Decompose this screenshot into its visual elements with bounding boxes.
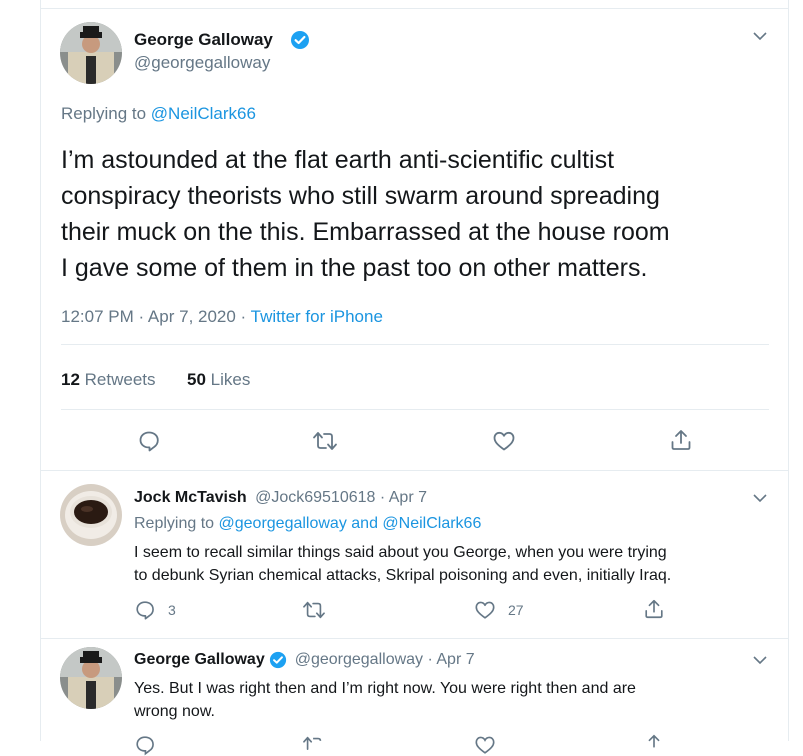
share-icon[interactable] xyxy=(643,598,665,620)
divider xyxy=(61,409,769,410)
retweets-stat[interactable]: 12 Retweets xyxy=(61,370,156,390)
share-icon[interactable] xyxy=(643,733,665,755)
replying-to-label: Replying to xyxy=(61,104,147,123)
divider xyxy=(40,470,789,471)
tweet-text: I’m astounded at the flat earth anti-sci… xyxy=(61,142,670,286)
reply-author-name[interactable]: George Galloway xyxy=(134,651,265,669)
replying-to-users[interactable]: @georgegalloway and @NeilClark66 xyxy=(219,515,482,532)
reply-count: 3 xyxy=(168,602,176,618)
likes-label: Likes xyxy=(210,370,251,389)
tweet-time[interactable]: 12:07 PM · Apr 7, 2020 · xyxy=(61,307,251,326)
tweet-text-line: I gave some of them in the past too on o… xyxy=(61,254,648,282)
top-divider xyxy=(40,8,789,9)
chevron-down-icon[interactable] xyxy=(752,654,768,666)
reply-text-line: to debunk Syrian chemical attacks, Skrip… xyxy=(134,567,672,584)
reply-text: Yes. But I was right then and I’m right … xyxy=(134,677,636,723)
chevron-down-icon[interactable] xyxy=(752,30,768,42)
tweet-source[interactable]: Twitter for iPhone xyxy=(251,307,383,326)
retweet-icon[interactable] xyxy=(302,734,326,756)
replying-to-handle[interactable]: @NeilClark66 xyxy=(151,104,256,123)
tweet-timestamp: 12:07 PM · Apr 7, 2020 · Twitter for iPh… xyxy=(61,307,383,327)
reply-avatar[interactable] xyxy=(60,647,122,709)
reply-avatar[interactable] xyxy=(60,484,122,546)
verified-badge-icon xyxy=(290,30,310,50)
author-handle[interactable]: @georgegalloway xyxy=(134,53,270,73)
share-icon[interactable] xyxy=(669,428,693,452)
like-count: 27 xyxy=(508,602,524,618)
reply-icon[interactable] xyxy=(137,429,161,453)
reply-author-name[interactable]: Jock McTavish xyxy=(134,489,247,506)
replying-to: Replying to @NeilClark66 xyxy=(61,104,256,124)
tweet-text-line: their muck on the this. Embarrassed at t… xyxy=(61,218,670,246)
like-icon[interactable] xyxy=(474,599,496,621)
reply-replying-to: Replying to @georgegalloway and @NeilCla… xyxy=(134,515,481,533)
retweets-count: 12 xyxy=(61,370,80,389)
tweet-text-line: conspiracy theorists who still swarm aro… xyxy=(61,182,660,210)
like-action[interactable]: 27 xyxy=(474,599,524,621)
reply-icon[interactable] xyxy=(134,599,156,621)
reply-meta[interactable]: @Jock69510618 · Apr 7 xyxy=(255,489,427,506)
likes-stat[interactable]: 50 Likes xyxy=(187,370,250,390)
reply-text-line: Yes. But I was right then and I’m right … xyxy=(134,680,636,697)
divider xyxy=(40,638,789,639)
retweet-icon[interactable] xyxy=(312,429,338,453)
chevron-down-icon[interactable] xyxy=(752,492,768,504)
reply-header: Jock McTavish @Jock69510618 · Apr 7 xyxy=(134,489,427,507)
replying-to-label: Replying to xyxy=(134,515,215,532)
likes-count: 50 xyxy=(187,370,206,389)
verified-badge-icon xyxy=(269,651,287,669)
reply-action[interactable]: 3 xyxy=(134,599,176,621)
reply-text-line: I seem to recall similar things said abo… xyxy=(134,544,667,561)
reply-text-line: wrong now. xyxy=(134,703,215,720)
reply-meta[interactable]: @georgegalloway · Apr 7 xyxy=(295,651,475,669)
retweets-label: Retweets xyxy=(84,370,156,389)
like-icon[interactable] xyxy=(474,734,496,756)
author-name[interactable]: George Galloway xyxy=(134,30,273,50)
divider xyxy=(61,344,769,345)
reply-header: George Galloway @georgegalloway · Apr 7 xyxy=(134,651,475,669)
author-avatar[interactable] xyxy=(60,22,122,84)
reply-text: I seem to recall similar things said abo… xyxy=(134,541,671,587)
tweet-text-line: I’m astounded at the flat earth anti-sci… xyxy=(61,146,615,174)
retweet-icon[interactable] xyxy=(302,599,326,621)
reply-icon[interactable] xyxy=(134,734,156,756)
like-icon[interactable] xyxy=(492,429,516,453)
